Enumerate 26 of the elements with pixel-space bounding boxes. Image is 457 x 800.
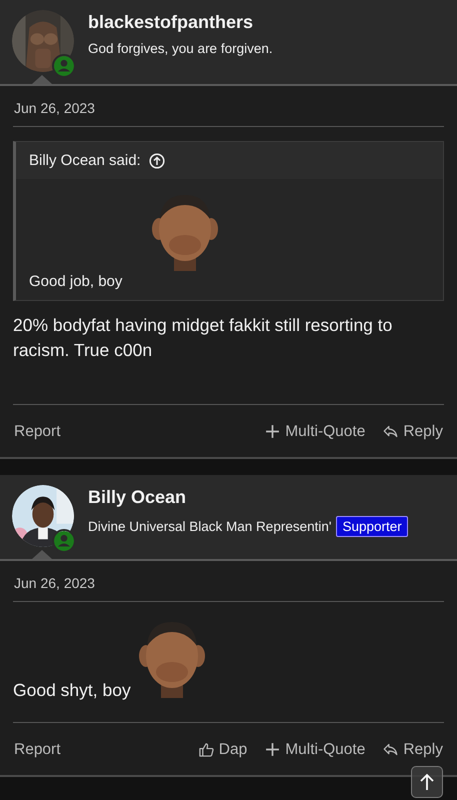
username[interactable]: blackestofpanthers [88,12,273,33]
post-text: 20% bodyfat having midget fakkit still resorting to racism. True c00n [13,314,394,362]
multiquote-button[interactable]: Multi-Quote [265,422,366,441]
quote-author[interactable]: Billy Ocean said: [29,152,141,169]
quote-text: Good job, boy [29,273,122,290]
post-date[interactable]: Jun 26, 2023 [13,98,444,127]
report-button[interactable]: Report [14,740,61,759]
scroll-top-button[interactable] [411,766,443,798]
thumbs-up-icon [198,742,214,758]
reply-icon [383,742,398,758]
plus-icon [265,742,280,758]
dap-button[interactable]: Dap [198,740,248,759]
reply-icon [383,424,398,440]
user-banner: Supporter [336,516,408,537]
arrow-up-icon [419,773,435,791]
report-button[interactable]: Report [14,422,61,441]
arrow-up-icon[interactable] [148,152,165,168]
user-title: God forgives, you are forgiven. [88,41,273,56]
post-text: Good shyt, boy [13,679,131,702]
reply-button[interactable]: Reply [383,422,443,441]
post-date[interactable]: Jun 26, 2023 [13,572,444,602]
username[interactable]: Billy Ocean [88,486,408,508]
multiquote-button[interactable]: Multi-Quote [265,740,366,759]
plus-icon [265,424,280,440]
user-title: Divine Universal Black Man Representin' [88,518,332,534]
reply-button[interactable]: Reply [383,740,443,759]
